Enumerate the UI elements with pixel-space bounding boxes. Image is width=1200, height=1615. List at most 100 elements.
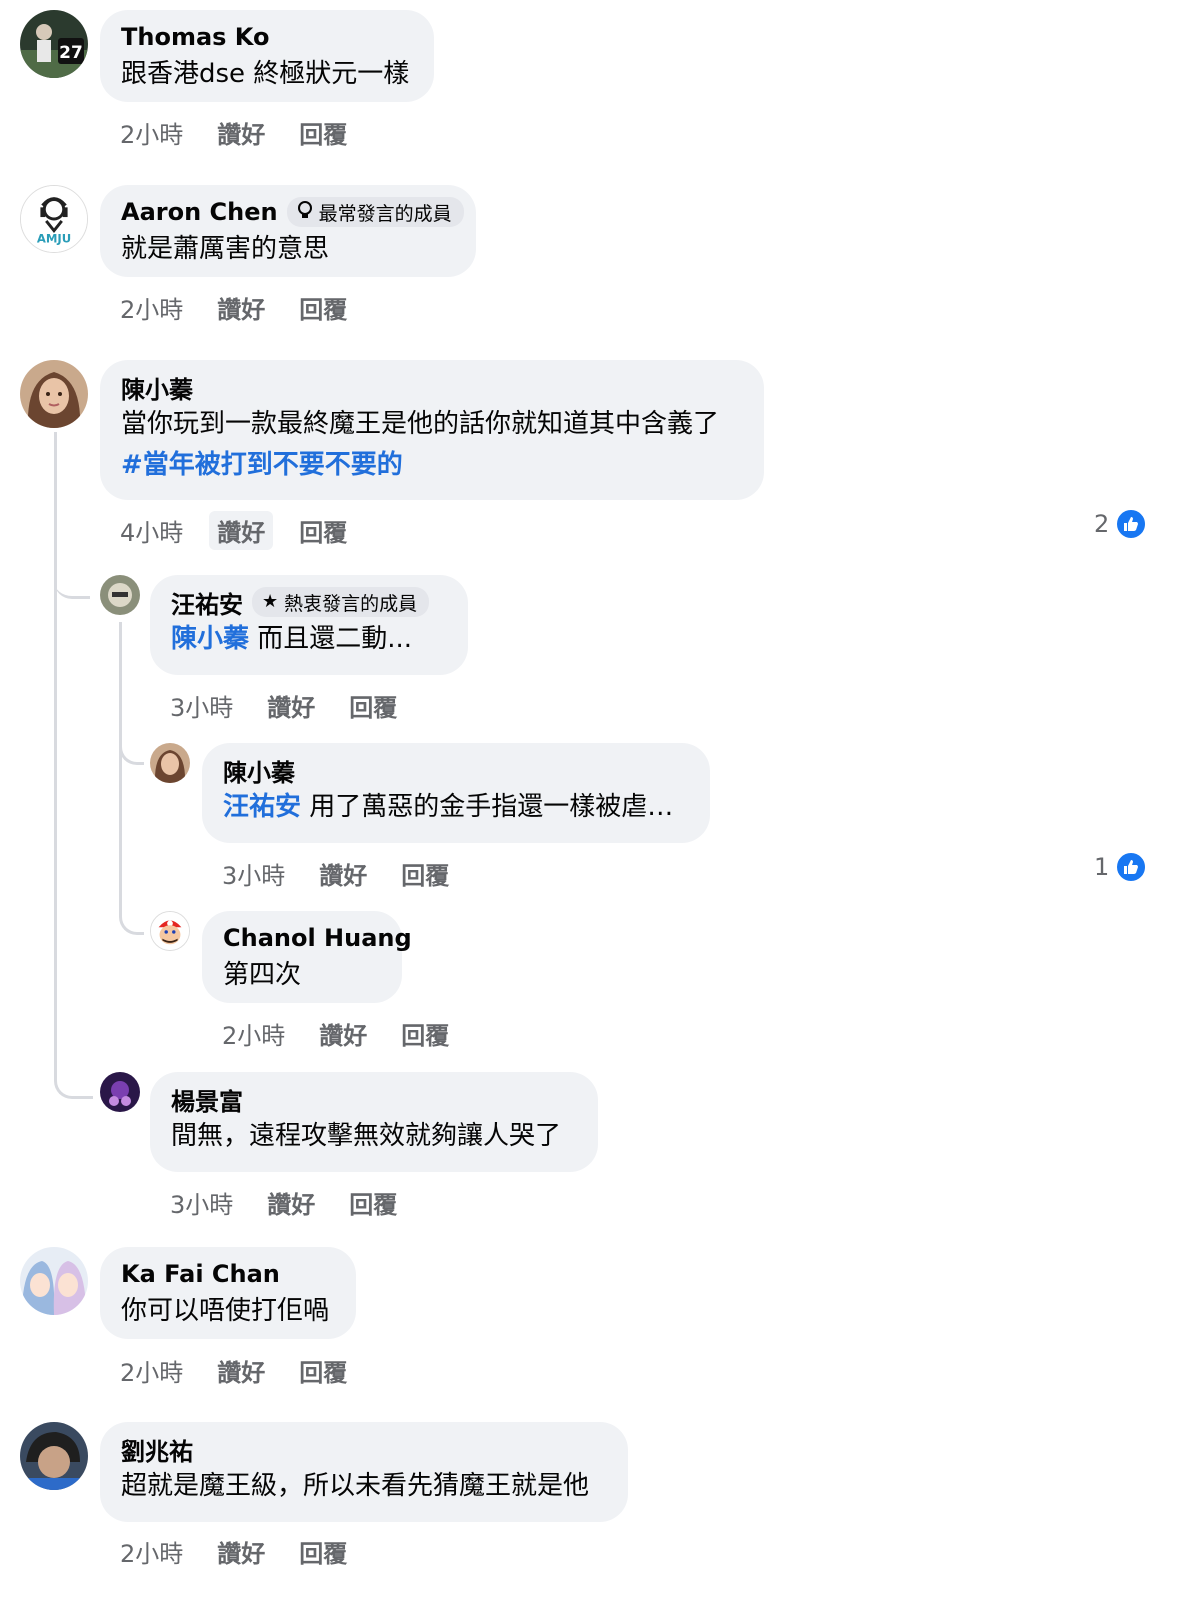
avatar[interactable] <box>20 1422 88 1490</box>
avatar-photo-icon <box>100 1072 140 1112</box>
avatar-photo-icon <box>100 575 140 615</box>
avatar[interactable] <box>100 575 140 615</box>
hashtag-link[interactable]: #當年被打到不要不要的 <box>121 445 742 486</box>
comment-actions: 2小時 讚好 回覆 <box>120 287 347 327</box>
avatar[interactable]: 27 <box>20 10 88 78</box>
reaction-number: 1 <box>1094 853 1110 881</box>
reply-button[interactable]: 回覆 <box>299 115 347 150</box>
thread-branch-4 <box>54 1060 93 1099</box>
like-button[interactable]: 讚好 <box>319 1014 367 1053</box>
avatar-photo-icon <box>150 743 190 783</box>
svg-text:27: 27 <box>59 43 83 63</box>
comment-text: 間無，遠程攻擊無效就夠讓人哭了 <box>171 1121 562 1151</box>
like-button[interactable]: 讚好 <box>267 1183 315 1222</box>
comment-actions: 2小時 讚好 回覆 <box>120 112 347 152</box>
avatar[interactable]: AMJU <box>20 185 88 253</box>
thread-branch-2 <box>119 730 144 765</box>
like-button[interactable]: 讚好 <box>217 1532 265 1571</box>
reply-button[interactable]: 回覆 <box>299 513 347 548</box>
reaction-count[interactable]: 1 <box>1094 851 1148 883</box>
comment-text: 你可以唔使打佢喎 <box>121 1296 330 1326</box>
thread-branch-3 <box>119 900 144 935</box>
svg-text:AMJU: AMJU <box>37 231 71 245</box>
member-badge[interactable]: ★ 熱衷發言的成員 <box>252 587 430 617</box>
avatar[interactable] <box>20 360 88 428</box>
avatar[interactable] <box>150 911 190 951</box>
like-button[interactable]: 讚好 <box>217 288 265 327</box>
reply-button[interactable]: 回覆 <box>401 1016 449 1051</box>
thread-line-nested <box>119 622 122 912</box>
badge-label: 最常發言的成員 <box>318 202 452 225</box>
comment-bubble: Aaron Chen 最常發言的成員 就是蕭厲害的意思 <box>100 185 476 277</box>
avatar-photo-icon: 27 <box>20 10 88 78</box>
reaction-number: 2 <box>1094 510 1110 538</box>
comment-text: 超就是魔王級，所以未看先猜魔王就是他 <box>121 1471 590 1501</box>
mention-link[interactable]: 汪祐安 <box>223 792 301 822</box>
comment-text: 就是蕭厲害的意思 <box>121 234 330 264</box>
comment-bubble: Ka Fai Chan 你可以唔使打佢喎 <box>100 1247 356 1339</box>
reply-button[interactable]: 回覆 <box>299 290 347 325</box>
comment-time[interactable]: 2小時 <box>120 1353 183 1388</box>
anime-avatar-icon <box>20 1247 88 1315</box>
comment-author[interactable]: Chanol Huang <box>223 924 412 952</box>
comment-author[interactable]: 劉兆祐 <box>121 1432 193 1467</box>
mention-link[interactable]: 陳小蓁 <box>171 624 249 654</box>
comment-actions: 4小時 讚好 回覆 <box>120 510 347 550</box>
comment-text: 汪祐安 用了萬惡的金手指還一樣被虐… <box>223 792 674 822</box>
like-icon <box>1115 851 1148 883</box>
lightbulb-icon <box>297 201 313 223</box>
comment-bubble: 楊景富 間無，遠程攻擊無效就夠讓人哭了 <box>150 1072 598 1172</box>
like-button[interactable]: 讚好 <box>209 510 274 550</box>
comment-author[interactable]: 陳小蓁 <box>121 370 193 405</box>
comment-time[interactable]: 2小時 <box>222 1016 285 1051</box>
star-icon: ★ <box>262 591 279 612</box>
comment-bubble: 陳小蓁 當你玩到一款最終魔王是他的話你就知道其中含義了 #當年被打到不要不要的 <box>100 360 764 500</box>
badge-label: 熱衷發言的成員 <box>284 592 418 615</box>
comment-text: 當你玩到一款最終魔王是他的話你就知道其中含義了 <box>121 409 720 439</box>
comment-time[interactable]: 2小時 <box>120 115 183 150</box>
comment-author[interactable]: Ka Fai Chan <box>121 1260 280 1288</box>
comment-actions: 2小時 讚好 回覆 <box>120 1531 347 1571</box>
comment-time[interactable]: 4小時 <box>120 513 183 548</box>
comment-bubble: 陳小蓁 汪祐安 用了萬惡的金手指還一樣被虐… <box>202 743 710 843</box>
comment-time[interactable]: 3小時 <box>170 1185 233 1220</box>
comment-bubble: Chanol Huang 第四次 <box>202 911 412 1003</box>
thread-branch-1 <box>54 560 90 599</box>
comment-actions: 3小時 讚好 回覆 <box>222 853 449 893</box>
reaction-count[interactable]: 2 <box>1094 508 1148 540</box>
comment-time[interactable]: 2小時 <box>120 290 183 325</box>
comment-time[interactable]: 3小時 <box>170 688 233 723</box>
like-button[interactable]: 讚好 <box>267 686 315 725</box>
comment-actions: 3小時 讚好 回覆 <box>170 1182 397 1222</box>
comment-author[interactable]: Thomas Ko <box>121 23 269 51</box>
comment-author[interactable]: 汪祐安 <box>171 585 243 620</box>
comment-author[interactable]: Aaron Chen <box>121 198 278 226</box>
avatar-logo-icon: AMJU <box>21 186 87 252</box>
like-icon <box>1115 508 1148 540</box>
reply-button[interactable]: 回覆 <box>349 1185 397 1220</box>
like-button[interactable]: 讚好 <box>319 854 367 893</box>
comment-time[interactable]: 2小時 <box>120 1534 183 1569</box>
member-badge[interactable]: 最常發言的成員 <box>286 197 464 227</box>
avatar[interactable] <box>100 1072 140 1112</box>
reply-button[interactable]: 回覆 <box>349 688 397 723</box>
like-button[interactable]: 讚好 <box>217 1351 265 1390</box>
comment-bubble: Thomas Ko 跟香港dse 終極狀元一樣 <box>100 10 434 102</box>
avatar[interactable] <box>150 743 190 783</box>
comment-text: 陳小蓁 而且還二動... <box>171 624 413 654</box>
comment-bubble: 汪祐安 ★ 熱衷發言的成員 陳小蓁 而且還二動... <box>150 575 468 675</box>
thread-line-main <box>54 432 57 1072</box>
comment-text: 第四次 <box>223 960 302 990</box>
reply-button[interactable]: 回覆 <box>299 1353 347 1388</box>
reply-button[interactable]: 回覆 <box>401 856 449 891</box>
comment-text: 跟香港dse 終極狀元一樣 <box>121 59 410 89</box>
mario-avatar-icon <box>151 912 189 950</box>
avatar[interactable] <box>20 1247 88 1315</box>
avatar-photo-icon <box>20 360 88 428</box>
comment-author[interactable]: 楊景富 <box>171 1082 243 1117</box>
like-button[interactable]: 讚好 <box>217 113 265 152</box>
comment-author[interactable]: 陳小蓁 <box>223 753 295 788</box>
comment-time[interactable]: 3小時 <box>222 856 285 891</box>
avatar-photo-icon <box>20 1422 88 1490</box>
reply-button[interactable]: 回覆 <box>299 1534 347 1569</box>
